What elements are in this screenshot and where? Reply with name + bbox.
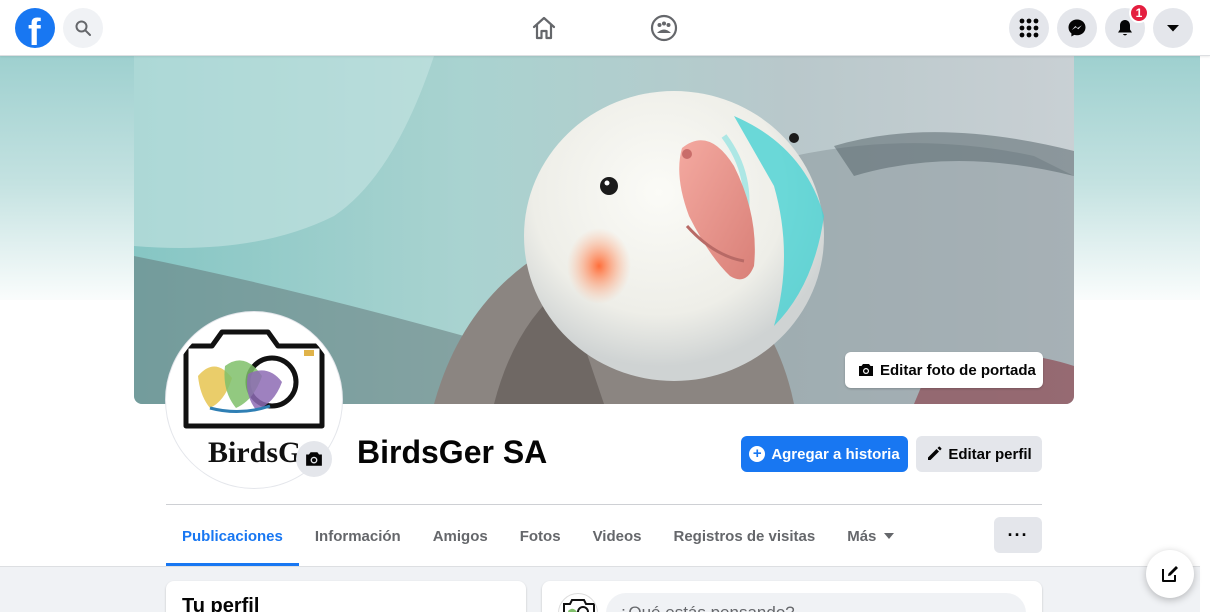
header-divider [166,504,1042,505]
birdsger-logo-image [563,599,595,612]
messenger-icon [1068,19,1086,37]
intro-card: Tu perfil [166,581,526,612]
caret-down-icon [1167,25,1179,32]
menu-button[interactable] [1009,8,1049,48]
edit-cover-photo-label: Editar foto de portada [880,361,1036,379]
add-to-story-label: Agregar a historia [771,445,900,463]
camera-icon [306,452,322,466]
tab-label: Fotos [519,527,561,545]
tab-publicaciones[interactable]: Publicaciones [166,506,299,566]
create-post-card: ¿Qué estás pensando? [542,581,1042,612]
composer-placeholder: ¿Qué estás pensando? [618,603,795,612]
update-profile-picture-button[interactable] [296,441,332,477]
plus-circle-icon: + [749,446,766,462]
grid-menu-icon [1019,18,1039,38]
nav-groups-button[interactable] [648,12,680,44]
search-button[interactable] [63,8,103,48]
facebook-logo-icon[interactable]: f [15,8,55,48]
tab-informacion[interactable]: Información [299,506,417,566]
page-scrollbar[interactable] [1200,56,1210,612]
tab-label: Información [314,527,401,545]
edit-cover-photo-button[interactable]: Editar foto de portada [845,352,1043,388]
groups-icon [650,14,678,42]
tab-label: Más [847,527,877,545]
edit-profile-button[interactable]: Editar perfil [916,436,1042,472]
home-icon [532,16,556,40]
more-options-button[interactable]: ··· [994,517,1042,553]
account-button[interactable] [1153,8,1193,48]
profile-tabs: Publicaciones Información Amigos Fotos V… [166,506,910,566]
tab-label: Videos [592,527,642,545]
tab-amigos[interactable]: Amigos [417,506,504,566]
tab-registros-de-visitas[interactable]: Registros de visitas [657,506,831,566]
post-composer-input[interactable]: ¿Qué estás pensando? [606,593,1026,612]
tab-fotos[interactable]: Fotos [504,506,577,566]
add-to-story-button[interactable]: + Agregar a historia [741,436,908,472]
camera-icon [859,364,873,376]
compose-icon [1162,566,1178,582]
intro-card-title: Tu perfil [182,595,260,612]
new-message-button[interactable] [1146,550,1194,598]
header-bottom-border [0,566,1200,567]
tab-label: Registros de visitas [673,527,816,545]
caret-down-icon [884,533,895,539]
tab-label: Publicaciones [182,527,283,545]
pencil-icon [928,446,942,460]
top-navigation-bar: f [0,0,1210,56]
tab-label: Amigos [432,527,488,545]
logo-letter: f [28,12,41,48]
profile-name: BirdsGer SA [357,434,548,470]
notification-badge: 1 [1129,3,1149,23]
composer-avatar[interactable] [558,593,598,612]
messenger-button[interactable] [1057,8,1097,48]
tab-videos[interactable]: Videos [577,506,658,566]
edit-profile-label: Editar perfil [948,445,1032,463]
nav-home-button[interactable] [528,12,560,44]
tab-mas-dropdown[interactable]: Más [831,506,910,566]
search-icon [75,20,91,36]
